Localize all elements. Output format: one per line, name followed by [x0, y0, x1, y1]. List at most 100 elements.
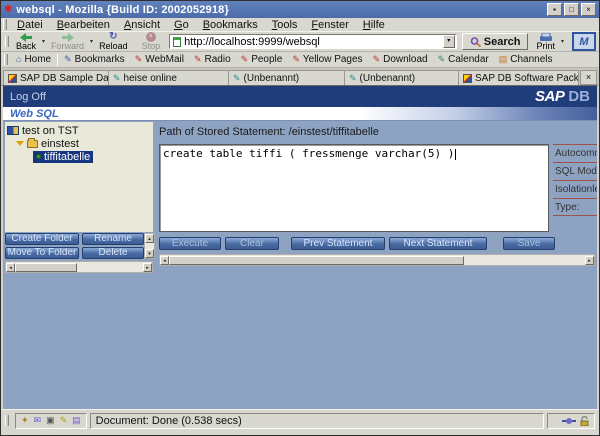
tab-unbenannt-2[interactable]: ✎ (Unbenannt) — [345, 70, 459, 85]
personal-item-download[interactable]: ✎ Download — [368, 54, 433, 65]
personal-item-home[interactable]: ⌂ Home — [11, 54, 56, 65]
menu-go[interactable]: Go — [167, 19, 196, 31]
tab-sapdb-sample-database[interactable]: SAP DB Sample Database (.. — [3, 70, 109, 85]
personal-item-radio[interactable]: ✎ Radio — [189, 54, 236, 65]
statusbar-right — [547, 413, 595, 429]
next-statement-button[interactable]: Next Statement — [389, 237, 487, 250]
personal-item-label: Yellow Pages — [303, 54, 363, 65]
tree-root-label: test on TST — [22, 125, 79, 137]
save-button[interactable]: Save — [503, 237, 555, 250]
stop-button[interactable]: × Stop — [138, 32, 165, 52]
minimize-button[interactable]: ▪ — [547, 3, 562, 16]
composer-icon[interactable]: ▣ — [46, 416, 55, 425]
menu-hilfe[interactable]: Hilfe — [356, 19, 392, 31]
personal-item-label: Download — [383, 54, 427, 65]
selected-tree-item[interactable]: tiffitabelle — [33, 151, 93, 163]
page-viewport: Log Off SAPDB Web SQL test on TST — [1, 85, 599, 409]
menu-bookmarks[interactable]: Bookmarks — [196, 19, 265, 31]
close-button[interactable]: × — [581, 3, 596, 16]
scroll-left-icon[interactable]: ◂ — [160, 256, 169, 265]
address-book-icon[interactable]: ▤ — [72, 416, 81, 425]
personal-item-people[interactable]: ✎ People — [236, 54, 288, 65]
menu-datei[interactable]: Datei — [10, 19, 50, 31]
prev-statement-button[interactable]: Prev Statement — [291, 237, 385, 250]
mozilla-logo[interactable]: M — [572, 32, 596, 51]
scrollbar-thumb[interactable] — [169, 256, 464, 265]
menu-tools[interactable]: Tools — [265, 19, 305, 31]
folder-icon — [27, 140, 38, 148]
back-button[interactable]: Back — [12, 32, 40, 52]
yellow-pages-icon: ✎ — [292, 55, 300, 64]
reload-button[interactable]: ↻ Reload — [95, 32, 132, 52]
brand-sap: SAP — [535, 88, 564, 105]
expanded-twisty-icon[interactable] — [16, 141, 24, 146]
personal-item-webmail[interactable]: ✎ WebMail — [130, 54, 189, 65]
component-bar: ✦ ✉ ▣ ✎ ▤ — [15, 413, 87, 429]
execute-button[interactable]: Execute — [159, 237, 221, 250]
forward-button[interactable]: Forward — [47, 32, 88, 52]
personal-item-yellow-pages[interactable]: ✎ Yellow Pages — [287, 54, 367, 65]
log-off-link[interactable]: Log Off — [10, 91, 46, 103]
create-folder-button[interactable]: Create Folder — [5, 233, 79, 245]
page-body-empty — [3, 271, 597, 409]
toolbar-grippy[interactable] — [3, 19, 7, 30]
editor-icon[interactable]: ✎ — [60, 416, 68, 425]
scroll-down-icon[interactable]: ▾ — [145, 249, 154, 258]
menu-bearbeiten[interactable]: Bearbeiten — [50, 19, 117, 31]
navigator-icon[interactable]: ✦ — [21, 416, 29, 425]
search-button[interactable]: Search — [462, 33, 529, 50]
menu-ansicht[interactable]: Ansicht — [117, 19, 167, 31]
personal-item-calendar[interactable]: ✎ Calendar — [433, 54, 494, 65]
tree-vertical-scrollbar[interactable]: ▴ ▾ — [144, 233, 155, 259]
sql-editor[interactable]: create table tiffi ( fressmenge varchar(… — [159, 144, 549, 232]
tab-heise-online[interactable]: ✎ heise online — [109, 70, 229, 85]
statusbar-grippy[interactable] — [5, 415, 9, 426]
move-to-folder-button[interactable]: Move To Folder — [5, 247, 79, 259]
tab-label: SAP DB Sample Database (.. — [20, 73, 109, 84]
toolbar-grippy[interactable] — [4, 54, 8, 65]
scroll-up-icon[interactable]: ▴ — [145, 234, 154, 243]
rename-button[interactable]: Rename — [82, 233, 144, 245]
close-tab-button[interactable]: × — [580, 70, 597, 85]
personal-item-channels[interactable]: ▤ Channels — [494, 54, 558, 65]
tab-unbenannt-1[interactable]: ✎ (Unbenannt) — [229, 70, 345, 85]
toolbar-grippy[interactable] — [5, 36, 9, 47]
people-icon: ✎ — [241, 55, 249, 64]
delete-button[interactable]: Delete — [82, 247, 144, 259]
page-proxy-icon[interactable] — [173, 37, 181, 47]
print-dropdown-icon[interactable]: ▾ — [559, 38, 566, 45]
tree-folder-row[interactable]: einstest — [7, 137, 153, 150]
download-icon: ✎ — [373, 55, 381, 64]
titlebar: ✱ websql - Mozilla {Build ID: 2002052918… — [1, 1, 599, 18]
editor-horizontal-scrollbar[interactable]: ◂ ▸ — [159, 254, 595, 266]
forward-dropdown-icon[interactable]: ▾ — [88, 38, 95, 45]
stop-icon: × — [146, 32, 156, 42]
toolbar-separator — [57, 54, 58, 66]
clear-button[interactable]: Clear — [225, 237, 279, 250]
tree-frame: test on TST einstest tiffitabelle — [3, 121, 155, 271]
personal-item-bookmarks[interactable]: ✎ Bookmarks — [59, 54, 130, 65]
scroll-right-icon[interactable]: ▸ — [585, 256, 594, 265]
print-button[interactable]: Print — [532, 32, 559, 52]
url-dropdown-icon[interactable]: ▾ — [443, 35, 455, 48]
back-dropdown-icon[interactable]: ▾ — [40, 38, 47, 45]
calendar-icon: ✎ — [438, 55, 446, 64]
offline-plug-icon[interactable] — [562, 417, 576, 425]
maximize-button[interactable]: □ — [564, 3, 579, 16]
window-menu-icon[interactable]: ✱ — [4, 5, 12, 15]
editor-frame: Path of Stored Statement: /einstest/tiff… — [155, 121, 597, 271]
tree-toolbar: Create Folder Rename Move To Folder Dele… — [5, 232, 153, 260]
channels-icon: ▤ — [499, 55, 508, 64]
reload-label: Reload — [99, 42, 128, 51]
search-label: Search — [484, 36, 521, 48]
menu-fenster[interactable]: Fenster — [304, 19, 355, 31]
security-lock-icon[interactable] — [580, 416, 589, 426]
tree-item-row[interactable]: tiffitabelle — [7, 150, 153, 163]
url-input[interactable] — [184, 35, 440, 48]
database-icon — [7, 126, 19, 135]
tab-bar: SAP DB Sample Database (.. ✎ heise onlin… — [1, 68, 599, 85]
tree-root-row[interactable]: test on TST — [7, 124, 153, 137]
tab-sapdb-software-packages[interactable]: SAP DB Software Packages — [459, 70, 579, 85]
mail-icon[interactable]: ✉ — [34, 416, 42, 425]
statement-bullet-icon — [36, 154, 41, 159]
